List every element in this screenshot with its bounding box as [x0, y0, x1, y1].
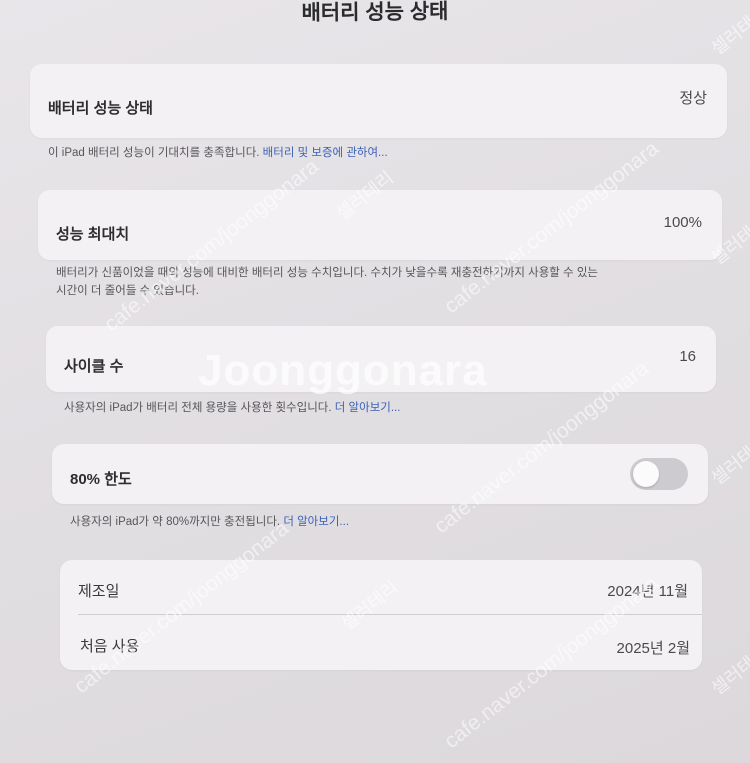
cycle-count-footnote: 사용자의 iPad가 배터리 전체 용량을 사용한 횟수입니다. 더 알아보기.… [64, 402, 401, 414]
page-title: 배터리 성능 상태 [301, 0, 449, 25]
max-capacity-row: 성능 최대치 100% [38, 190, 722, 260]
cycle-count-value: 16 [679, 348, 696, 365]
toggle-knob [633, 461, 659, 487]
cycle-count-label: 사이클 수 [64, 358, 124, 375]
manufactured-label: 제조일 [78, 583, 120, 600]
max-capacity-value: 100% [663, 214, 702, 231]
limit-80-footnote: 사용자의 iPad가 약 80%까지만 충전됩니다. 더 알아보기... [70, 516, 350, 528]
battery-health-row: 배터리 성능 상태 정상 [30, 64, 727, 138]
battery-warranty-link[interactable]: 배터리 및 보증에 관하여... [263, 147, 388, 159]
battery-health-label: 배터리 성능 상태 [48, 100, 153, 117]
limit-learn-more-link[interactable]: 더 알아보기... [283, 516, 349, 528]
watermark-korean: 셀러테리 [707, 642, 750, 699]
watermark-brand: Joonggonara [198, 346, 488, 395]
battery-health-footnote: 이 iPad 배터리 성능이 기대치를 충족합니다. 배터리 및 보증에 관하여… [48, 147, 388, 159]
max-capacity-label: 성능 최대치 [56, 226, 130, 243]
first-use-value: 2025년 2월 [616, 640, 690, 657]
limit-80-row: 80% 한도 [52, 444, 708, 504]
limit-80-toggle[interactable] [630, 458, 688, 490]
watermark-korean: 셀러테리 [707, 432, 750, 489]
cycle-learn-more-link[interactable]: 더 알아보기... [335, 402, 401, 414]
battery-health-value: 정상 [679, 90, 707, 107]
limit-80-label: 80% 한도 [70, 471, 132, 488]
